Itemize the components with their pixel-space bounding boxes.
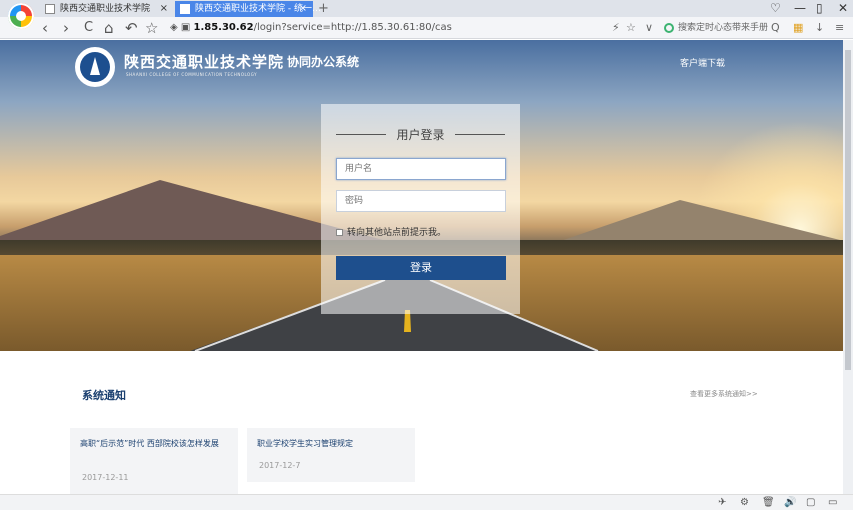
tab-close-icon[interactable]: × bbox=[160, 1, 168, 17]
close-window-button[interactable]: ✕ bbox=[838, 0, 848, 17]
school-name-en: SHAANXI COLLEGE OF COMMUNICATION TECHNOL… bbox=[126, 72, 258, 77]
page-icon bbox=[45, 4, 55, 14]
search-placeholder: 搜索定时心态带来手册 bbox=[678, 23, 769, 33]
menu-icon[interactable]: ≡ bbox=[835, 17, 844, 39]
tab-login[interactable]: 陕西交通职业技术学院 - 统一… × bbox=[175, 1, 321, 17]
window-icon[interactable]: ▢ bbox=[806, 496, 815, 510]
notice-date: 2017-12-7 bbox=[259, 461, 301, 470]
notices-heading: 系统通知 bbox=[82, 389, 126, 402]
tab-label: 陕西交通职业技术学院 bbox=[60, 4, 151, 14]
forward-button[interactable]: › bbox=[63, 17, 69, 39]
reload-button[interactable]: C bbox=[84, 17, 93, 39]
username-field[interactable] bbox=[336, 158, 506, 180]
settings-icon[interactable]: ⚙ bbox=[740, 496, 749, 510]
tab-close-icon[interactable]: × bbox=[299, 1, 307, 17]
download-icon[interactable]: ↓ bbox=[815, 17, 824, 39]
tab-bar: 陕西交通职业技术学院 × 陕西交通职业技术学院 - 统一… × + ♡ — ▯ … bbox=[0, 0, 853, 29]
fullscreen-icon[interactable]: ▭ bbox=[828, 496, 837, 510]
school-name: 陕西交通职业技术学院 bbox=[124, 53, 285, 71]
remember-option[interactable]: 转向其他站点前提示我。 bbox=[336, 225, 446, 238]
home-button[interactable]: ⌂ bbox=[104, 17, 114, 39]
trash-icon[interactable]: 🗑 bbox=[762, 496, 775, 510]
address-bar: ‹ › C ⌂ ↶ ☆ ◈ ▣ 1.85.30.62/login?service… bbox=[0, 17, 853, 39]
school-logo[interactable] bbox=[75, 47, 115, 87]
bookmark-button[interactable]: ☆ bbox=[145, 17, 158, 39]
remember-label: 转向其他站点前提示我。 bbox=[347, 228, 447, 238]
url-path: /login?service=http://1.85.30.61:80/cas bbox=[253, 22, 452, 33]
sound-icon[interactable]: 🔊 bbox=[784, 496, 796, 510]
login-panel: 用户登录 转向其他站点前提示我。 登录 bbox=[321, 104, 520, 314]
minimize-button[interactable]: — bbox=[794, 0, 806, 17]
back-button[interactable]: ‹ bbox=[42, 17, 48, 39]
search-engine-icon bbox=[664, 23, 674, 33]
apps-icon[interactable]: ▦ bbox=[793, 17, 803, 39]
shield-icon: ◈ ▣ bbox=[170, 22, 194, 33]
favorites-icon[interactable]: ♡ bbox=[770, 0, 781, 17]
url-host: 1.85.30.62 bbox=[193, 22, 254, 33]
notices-more-link[interactable]: 查看更多系统通知>> bbox=[690, 389, 758, 399]
page-icon bbox=[180, 4, 190, 14]
vertical-scrollbar[interactable] bbox=[843, 40, 853, 494]
url-field[interactable]: ◈ ▣ 1.85.30.62/login?service=http://1.85… bbox=[170, 20, 658, 36]
system-name: 协同办公系统 bbox=[287, 55, 360, 69]
restore-button[interactable]: ▯ bbox=[816, 0, 823, 17]
scrollbar-thumb[interactable] bbox=[845, 50, 851, 370]
browser-logo-icon[interactable] bbox=[8, 3, 34, 29]
search-input[interactable]: 搜索定时心态带来手册 bbox=[660, 20, 780, 36]
notice-title[interactable]: 职业学校学生实习管理规定 bbox=[257, 438, 405, 450]
remember-checkbox[interactable] bbox=[336, 229, 343, 236]
dropdown-icon[interactable]: ∨ bbox=[645, 17, 653, 39]
notice-date: 2017-12-11 bbox=[82, 473, 129, 482]
login-button[interactable]: 登录 bbox=[336, 256, 506, 280]
search-icon[interactable]: Q bbox=[771, 17, 780, 39]
tab-school-home[interactable]: 陕西交通职业技术学院 × bbox=[40, 1, 174, 17]
client-download-link[interactable]: 客户端下载 bbox=[680, 56, 725, 69]
notice-card[interactable]: 高职“后示范”时代 西部院校该怎样发展 2017-12-11 bbox=[70, 428, 238, 494]
login-title: 用户登录 bbox=[336, 126, 505, 143]
notice-card[interactable]: 职业学校学生实习管理规定 2017-12-7 bbox=[247, 428, 415, 482]
notice-title[interactable]: 高职“后示范”时代 西部院校该怎样发展 bbox=[80, 438, 228, 450]
hero-banner: 陕西交通职业技术学院 SHAANXI COLLEGE OF COMMUNICAT… bbox=[0, 40, 843, 351]
new-tab-button[interactable]: + bbox=[318, 0, 329, 17]
star-icon[interactable]: ☆ bbox=[626, 17, 636, 39]
share-icon[interactable]: ✈ bbox=[718, 496, 726, 510]
password-field[interactable] bbox=[336, 190, 506, 212]
lightning-icon[interactable]: ⚡ bbox=[612, 17, 620, 39]
undo-close-button[interactable]: ↶ bbox=[125, 17, 138, 39]
status-bar: ✈ ⚙ 🗑 🔊 ▢ ▭ bbox=[0, 494, 853, 510]
